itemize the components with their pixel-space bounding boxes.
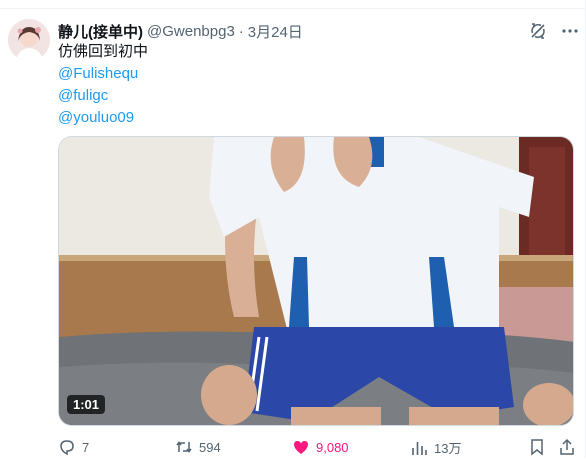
video-player[interactable]: 1:01 (58, 136, 574, 426)
reply-icon (60, 440, 74, 456)
like-button[interactable]: 9,080 (292, 438, 349, 456)
tweet-date[interactable]: 3月24日 (248, 21, 303, 42)
top-divider (0, 8, 586, 9)
view-count: 13万 (434, 441, 462, 456)
share-icon (560, 438, 574, 455)
mention-link[interactable]: @fuligc (58, 85, 148, 107)
grok-icon[interactable] (528, 21, 548, 41)
video-frame (59, 137, 573, 425)
retweet-count: 594 (199, 439, 221, 455)
heart-filled-icon (294, 441, 308, 454)
bookmark-button[interactable] (528, 438, 552, 456)
bookmark-icon (531, 439, 543, 456)
mention-link[interactable]: @Fulishequ (58, 63, 148, 85)
more-icon[interactable] (560, 21, 580, 41)
separator-dot: · (238, 22, 244, 40)
video-duration: 1:01 (67, 395, 106, 414)
tweet-actions: 7 594 9,080 13万 (58, 438, 578, 460)
mention-link[interactable]: @youluo09 (58, 107, 148, 129)
views-button[interactable]: 13万 (410, 438, 461, 457)
author-name[interactable]: 静儿(接单中) (58, 21, 143, 42)
like-count: 9,080 (316, 439, 349, 455)
tweet-header: 静儿(接单中) @Gwenbpg3 · 3月24日 (58, 20, 303, 42)
bar-chart-icon (412, 441, 427, 455)
tweet-text-line: 仿佛回到初中 (58, 43, 149, 60)
avatar[interactable] (8, 19, 50, 61)
retweet-icon (176, 441, 192, 453)
share-button[interactable] (558, 438, 582, 456)
author-handle[interactable]: @Gwenbpg3 (147, 23, 235, 40)
retweet-button[interactable]: 594 (175, 438, 221, 456)
tweet-text: 仿佛回到初中 @Fulishequ @fuligc @youluo09 (58, 41, 148, 129)
reply-button[interactable]: 7 (58, 438, 89, 456)
reply-count: 7 (82, 439, 90, 455)
